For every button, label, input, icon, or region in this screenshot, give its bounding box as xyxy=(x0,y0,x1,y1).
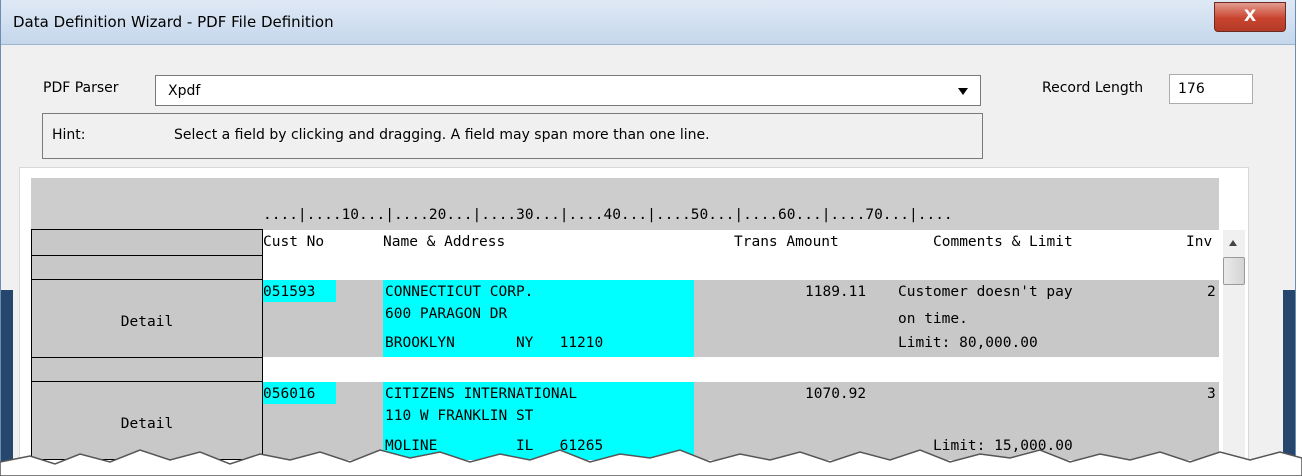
cell-cust-no: 056016 xyxy=(263,386,316,402)
close-icon: X xyxy=(1243,6,1257,25)
chevron-down-icon[interactable] xyxy=(958,88,968,95)
cell-comment-line-3: Limit: 80,000.00 xyxy=(898,335,1038,351)
row-header-blank xyxy=(31,357,263,382)
row-header-blank xyxy=(31,255,263,280)
cell-name-line-2: 110 W FRANKLIN ST xyxy=(385,408,534,424)
cell-trans-amount: 1189.11 xyxy=(805,284,867,300)
cell-cust-no: 051593 xyxy=(263,284,316,300)
torn-edge xyxy=(0,449,1302,476)
record-length-label: Record Length xyxy=(1042,80,1144,96)
row-label: Detail xyxy=(120,314,174,330)
cell-name-line-1: CONNECTICUT CORP. xyxy=(385,284,534,300)
cell-name-line-2: 600 PARAGON DR xyxy=(385,306,508,322)
column-header-cust-no[interactable]: Cust No xyxy=(263,234,324,250)
row-header-columns xyxy=(31,229,263,256)
cell-inv: 3 xyxy=(1207,386,1216,402)
cell-trans-amount: 1070.92 xyxy=(805,386,867,402)
pdf-parser-label: PDF Parser xyxy=(43,80,119,96)
column-ruler: ....|....10...|....20...|....30...|....4… xyxy=(263,207,953,223)
pdf-parser-select[interactable]: Xpdf xyxy=(155,75,981,106)
column-header-trans-amount[interactable]: Trans Amount xyxy=(734,234,839,250)
cell-name-line-3: BROOKLYN NY 11210 xyxy=(385,335,604,351)
window-title: Data Definition Wizard - PDF File Defini… xyxy=(13,13,334,31)
record-length-input[interactable]: 176 xyxy=(1169,74,1253,104)
hint-text: Select a field by clicking and dragging.… xyxy=(174,127,710,143)
column-header-comments-limit[interactable]: Comments & Limit xyxy=(933,234,1073,250)
row-header-detail[interactable]: Detail xyxy=(31,279,263,358)
hint-box: Hint: Select a field by clicking and dra… xyxy=(42,113,983,159)
title-bar[interactable]: Data Definition Wizard - PDF File Defini… xyxy=(1,0,1295,45)
column-header-inv[interactable]: Inv xyxy=(1186,234,1212,250)
close-button[interactable]: X xyxy=(1214,2,1286,32)
cell-comment-line-2: on time. xyxy=(898,311,968,327)
wizard-window: Data Definition Wizard - PDF File Defini… xyxy=(0,0,1296,476)
pdf-parser-value: Xpdf xyxy=(168,83,201,99)
scroll-up-icon[interactable] xyxy=(1229,240,1237,246)
row-label: Detail xyxy=(120,416,174,432)
cell-inv: 2 xyxy=(1207,284,1216,300)
column-header-name-address[interactable]: Name & Address xyxy=(383,234,505,250)
scrollbar-thumb[interactable] xyxy=(1223,257,1245,285)
cell-comment-line-1: Customer doesn't pay xyxy=(898,284,1073,300)
hint-label: Hint: xyxy=(52,127,86,143)
cell-name-line-1: CITIZENS INTERNATIONAL xyxy=(385,386,578,402)
